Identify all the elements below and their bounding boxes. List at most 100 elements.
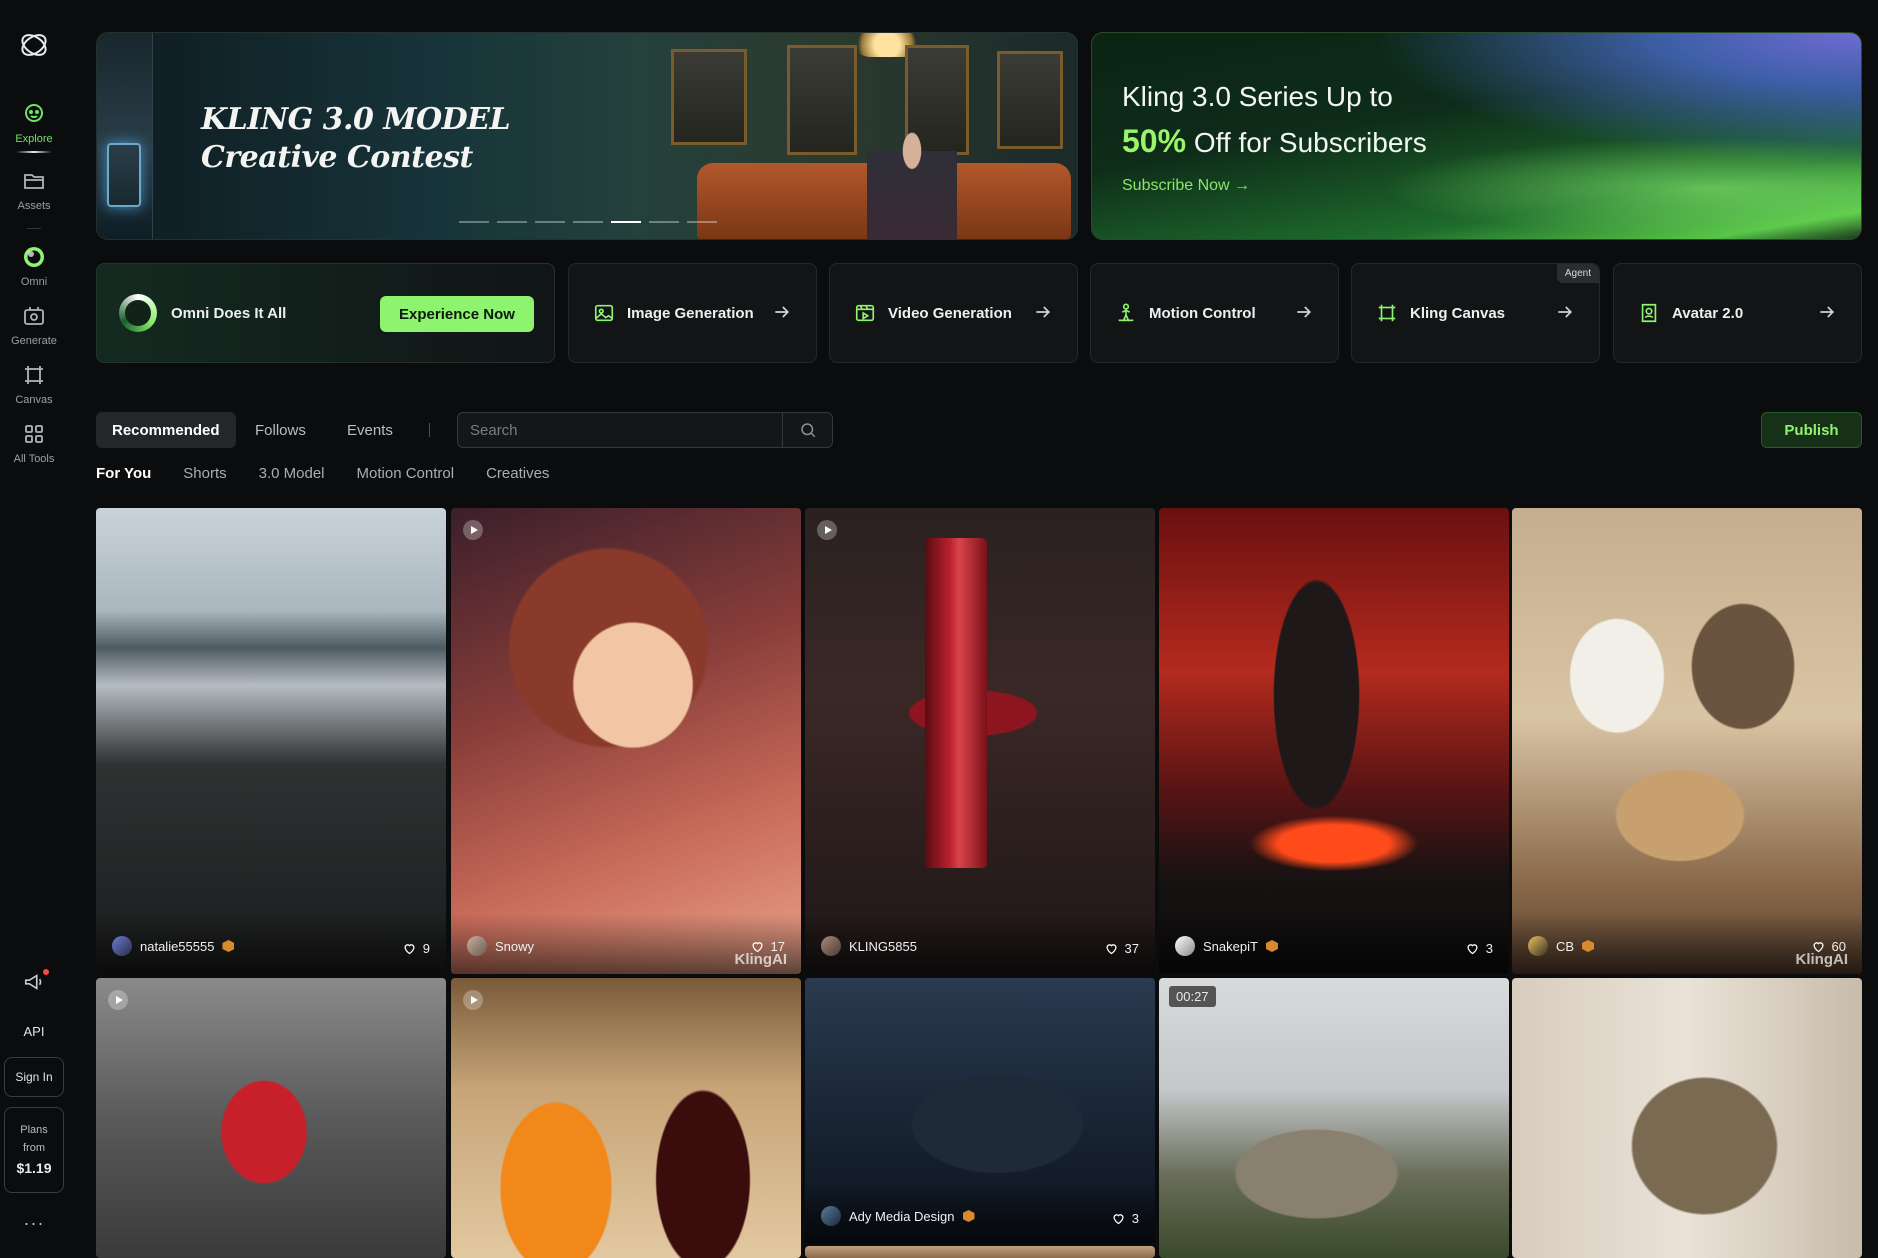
video-generation-card[interactable]: Video Generation [829,263,1078,363]
like-button[interactable]: 3 [1465,941,1493,956]
creator-badge-icon [962,1210,975,1222]
banner-artwork [787,45,857,155]
active-indicator [16,151,52,153]
arrow-right-icon [775,306,790,318]
play-icon [108,990,128,1010]
agent-badge: Agent [1556,264,1599,283]
feature-cards: Omni Does It All Experience Now Image Ge… [96,263,1862,363]
subscription-promo-banner[interactable]: Kling 3.0 Series Up to 50% Off for Subsc… [1091,32,1862,240]
sidebar-item-label: Generate [11,335,57,347]
feed-card[interactable] [96,978,446,1258]
subscribe-now-link[interactable]: Subscribe Now → [1122,177,1250,195]
avatar-card[interactable]: Avatar 2.0 [1613,263,1862,363]
kling-logo-icon[interactable] [17,28,51,62]
carousel-dot[interactable] [573,221,603,223]
subtab-motion-control[interactable]: Motion Control [357,465,455,489]
carousel-indicators [459,221,717,223]
plans-button[interactable]: Plans from $1.19 [4,1107,64,1193]
card-artwork [925,538,987,868]
banner-title: KLING 3.0 MODEL Creative Contest [201,101,511,177]
carousel-dot[interactable] [535,221,565,223]
contest-banner[interactable]: KLING 3.0 MODEL Creative Contest [96,32,1078,240]
previous-slide-preview[interactable] [97,33,153,239]
experience-now-button[interactable]: Experience Now [380,296,534,332]
feed-card[interactable] [451,978,801,1258]
sidebar-item-label: Omni [20,276,48,288]
subtab-for-you[interactable]: For You [96,465,151,489]
feature-card-label: Motion Control [1149,304,1256,322]
feed-card[interactable] [1512,978,1862,1258]
like-button[interactable]: 3 [1111,1211,1139,1226]
tab-recommended[interactable]: Recommended [96,412,236,448]
feed-card[interactable]: Snowy 17 KlingAI [451,508,801,974]
plans-price: $1.19 [16,1160,52,1176]
promo-headline: Kling 3.0 Series Up to [1122,81,1393,112]
more-options-icon[interactable]: ··· [24,1213,45,1234]
omni-card[interactable]: Omni Does It All Experience Now [96,263,555,363]
sidebar-item-canvas[interactable]: Canvas [0,363,68,406]
search-input[interactable] [458,413,788,447]
search-button[interactable] [782,413,832,447]
sidebar-item-generate[interactable]: Generate [0,304,68,347]
search-icon [800,423,815,438]
image-icon [594,304,614,322]
subtab-creatives[interactable]: Creatives [486,465,549,489]
avatar-icon [1641,303,1657,323]
sidebar-item-omni[interactable]: Omni [0,245,68,288]
sidebar-item-all-tools[interactable]: All Tools [0,422,68,465]
feed-card[interactable] [805,1246,1155,1258]
announcements-button[interactable] [23,969,49,998]
creator-badge-icon [1265,940,1278,952]
carousel-dot[interactable] [649,221,679,223]
sidebar-item-explore[interactable]: Explore [0,102,68,153]
feed-card[interactable]: natalie55555 9 [96,508,446,974]
card-author[interactable]: KLING5855 [821,936,917,956]
like-button[interactable]: 9 [402,941,430,956]
carousel-dot[interactable] [459,221,489,223]
feed-card[interactable]: SnakepiT 3 [1159,508,1509,974]
sidebar-item-assets[interactable]: Assets [0,169,68,212]
canvas-icon [25,366,43,384]
explore-icon [25,104,43,122]
image-generation-card[interactable]: Image Generation [568,263,817,363]
card-author[interactable]: Ady Media Design [821,1206,975,1226]
play-icon [463,990,483,1010]
sidebar-item-label: Assets [17,200,51,212]
feature-card-label: Avatar 2.0 [1672,304,1744,322]
like-count: 37 [1124,941,1139,956]
plans-from-label: from [23,1142,45,1154]
carousel-dot-active[interactable] [611,221,641,223]
feed-card[interactable]: KLING5855 37 [805,508,1155,974]
promo-discount: 50% [1122,123,1187,159]
creator-badge-icon [222,940,235,952]
omni-logo-icon [119,294,157,332]
arrow-right-icon [1558,306,1573,318]
like-button[interactable]: 37 [1104,941,1139,956]
card-author[interactable]: CB [1528,936,1595,956]
feed-card[interactable]: Ady Media Design 3 [805,978,1155,1244]
play-icon [817,520,837,540]
megaphone-icon [24,974,42,990]
motion-control-card[interactable]: Motion Control [1090,263,1339,363]
sidebar: Explore Assets Omni Generate Canvas All … [0,0,68,1258]
avatar [1528,936,1548,956]
carousel-dot[interactable] [497,221,527,223]
publish-button[interactable]: Publish [1761,412,1862,448]
feed-card[interactable]: 00:27 [1159,978,1509,1258]
kling-canvas-card[interactable]: Kling Canvas Agent [1351,263,1600,363]
feed-card[interactable]: CB 60 KlingAI [1512,508,1862,974]
tab-events[interactable]: Events [331,412,409,448]
subtab-3-model[interactable]: 3.0 Model [259,465,325,489]
heart-icon [404,944,415,955]
subtab-shorts[interactable]: Shorts [183,465,226,489]
card-author[interactable]: natalie55555 [112,936,235,956]
carousel-dot[interactable] [687,221,717,223]
card-author[interactable]: Snowy [467,936,534,956]
avatar [1175,936,1195,956]
card-author[interactable]: SnakepiT [1175,936,1278,956]
api-link[interactable]: API [24,1024,45,1039]
sidebar-item-label: Canvas [15,394,53,406]
tab-follows[interactable]: Follows [239,412,322,448]
sign-in-button[interactable]: Sign In [4,1057,64,1097]
promo-headline-rest: Off for Subscribers [1193,127,1427,158]
